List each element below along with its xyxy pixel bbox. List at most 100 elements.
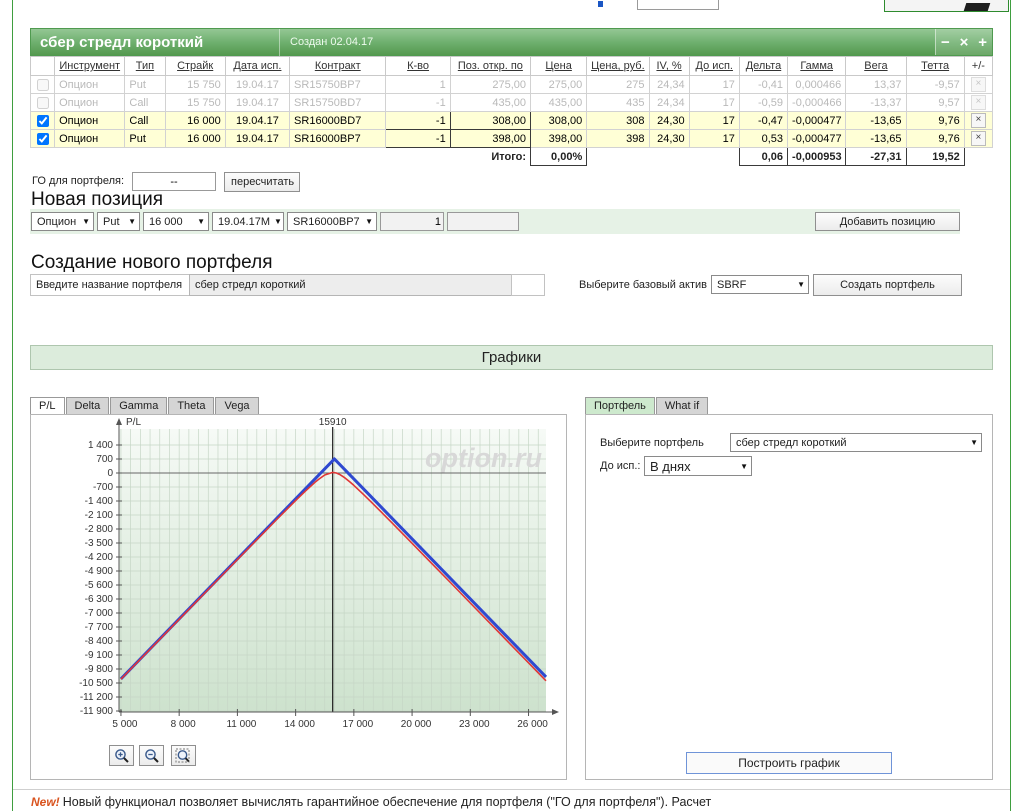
checkbox-cell [29,111,56,130]
checkbox-cell [29,129,56,148]
header-divider [279,29,280,56]
create-portfolio-button[interactable]: Создать портфель [813,274,962,296]
cell-qty: -1 [385,129,451,148]
days-select-value: В днях [650,458,691,474]
expiry-select-value: 19.04.17M [218,215,270,228]
base-asset-select[interactable]: SBRF ▼ [711,275,809,294]
row-checkbox[interactable] [36,114,49,127]
delete-row-button[interactable]: × [970,131,986,146]
chevron-down-icon: ▼ [197,217,205,226]
cell-date: 19.04.17 [224,111,291,130]
svg-text:-10 500: -10 500 [79,678,113,689]
cut-off-input[interactable] [637,0,719,10]
svg-text:-5 600: -5 600 [85,580,114,591]
delete-row-button[interactable]: × [970,95,986,110]
cell-theta: 9,76 [905,111,965,130]
expiry-select[interactable]: 19.04.17M ▼ [212,212,284,231]
tab-theta[interactable]: Theta [168,397,215,414]
cut-off-green-box[interactable] [884,0,1009,12]
tab-delta[interactable]: Delta [65,397,110,414]
cell-vega: 13,37 [845,75,907,94]
sort-link[interactable]: Дата исп. [233,60,281,72]
tab-портфель[interactable]: Портфель [585,397,655,414]
cell-days: 17 [688,75,740,94]
cell-pos: 308,00 [449,111,532,130]
cell-price: 275,00 [530,75,588,94]
svg-text:5 000: 5 000 [112,719,137,730]
cell-iv: 24,34 [648,93,690,112]
sort-link[interactable]: Поз. откр. по [458,60,523,72]
portfolio-select[interactable]: сбер стредл короткий ▼ [730,433,982,452]
tab-vega[interactable]: Vega [215,397,259,414]
type-select[interactable]: Put ▼ [97,212,140,231]
recalculate-button[interactable]: пересчитать [224,172,300,192]
sort-link[interactable]: Инструмент [59,60,120,72]
go-label: ГО для портфеля: [32,175,125,187]
positions-table: Инструмент Тип Страйк Дата исп. Контракт К-во… [29,56,994,166]
column-header: Цена [530,56,588,76]
base-asset-select-value: SBRF [717,278,747,291]
column-header: Тетта [905,56,965,76]
column-header: К-во [385,56,451,76]
sort-link[interactable]: Цена [545,60,571,72]
sort-link[interactable]: IV, % [656,60,681,72]
zoom-in-button[interactable] [109,745,134,766]
sort-link[interactable]: Тип [136,60,154,72]
collapse-portfolio-button[interactable]: − [941,35,950,50]
strike-select[interactable]: 16 000 ▼ [143,212,209,231]
totals-pct: 0,00% [530,147,588,166]
cell-delta: 0,53 [738,129,789,148]
price-input[interactable] [447,212,519,231]
contract-select[interactable]: SR16000BP7 ▼ [287,212,377,231]
add-portfolio-button[interactable]: + [978,35,987,50]
row-checkbox[interactable] [36,132,49,145]
delete-row-button[interactable]: × [970,113,986,128]
cell-price_rub: 308 [586,111,650,130]
column-header: Гамма [787,56,847,76]
svg-text:-4 200: -4 200 [85,552,114,563]
sort-link[interactable]: До исп. [696,60,733,72]
chart-tabs: P/L Delta Gamma Theta Vega [30,397,260,414]
sort-link[interactable]: Контракт [315,60,361,72]
tab-pl[interactable]: P/L [30,397,65,414]
sort-link[interactable]: К-во [407,60,429,72]
svg-text:0: 0 [107,468,113,479]
cell-days: 17 [688,93,740,112]
column-header: Поз. откр. по [449,56,532,76]
sort-link[interactable]: Гамма [800,60,833,72]
cell-qty: 1 [385,75,451,94]
zoom-out-button[interactable] [139,745,164,766]
cell-iv: 24,34 [648,75,690,94]
sort-link[interactable]: Тетта [921,60,949,72]
cell-contract: SR16000BP7 [289,129,387,148]
qty-input[interactable] [380,212,444,231]
chevron-down-icon: ▼ [797,280,805,289]
sort-link[interactable]: Вега [864,60,887,72]
close-portfolio-button[interactable]: × [960,35,969,50]
add-position-button[interactable]: Добавить позицию [815,212,960,231]
zoom-select-button[interactable] [171,745,196,766]
cell-delta: -0,47 [738,111,789,130]
cell-iv: 24,30 [648,129,690,148]
table-row: Опцион Put 16 000 19.04.17 SR16000BP7 -1 398,0… [29,129,994,148]
svg-text:15910: 15910 [319,417,347,428]
tab-what-if[interactable]: What if [655,397,709,414]
cell-gamma: -0,000477 [787,111,847,130]
sort-link[interactable]: Цена, руб. [591,60,645,72]
days-select[interactable]: В днях ▼ [644,456,752,476]
tab-gamma[interactable]: Gamma [110,397,168,414]
select-portfolio-label: Выберите портфель [600,437,704,449]
table-row: Опцион Call 15 750 19.04.17 SR15750BD7 -1 435,… [29,93,994,112]
totals-row: Итого: 0,00% 0,06 -0,000953 -27,31 19,52 [30,147,993,166]
portfolio-name-input[interactable]: сбер стредл короткий [189,274,512,296]
sort-link[interactable]: Дельта [746,60,782,72]
instrument-select[interactable]: Опцион ▼ [31,212,94,231]
cell-strike: 15 750 [164,75,226,94]
build-chart-button[interactable]: Построить график [686,752,892,774]
pl-chart[interactable]: option.ru 15910 P/L 1 400 700 0 -700 -1 400 -2 1… [31,415,566,737]
chevron-down-icon: ▼ [273,217,282,226]
column-header: Страйк [164,56,226,76]
new-badge: New! [31,795,60,809]
delete-row-button[interactable]: × [970,77,986,92]
sort-link[interactable]: Страйк [177,60,213,72]
